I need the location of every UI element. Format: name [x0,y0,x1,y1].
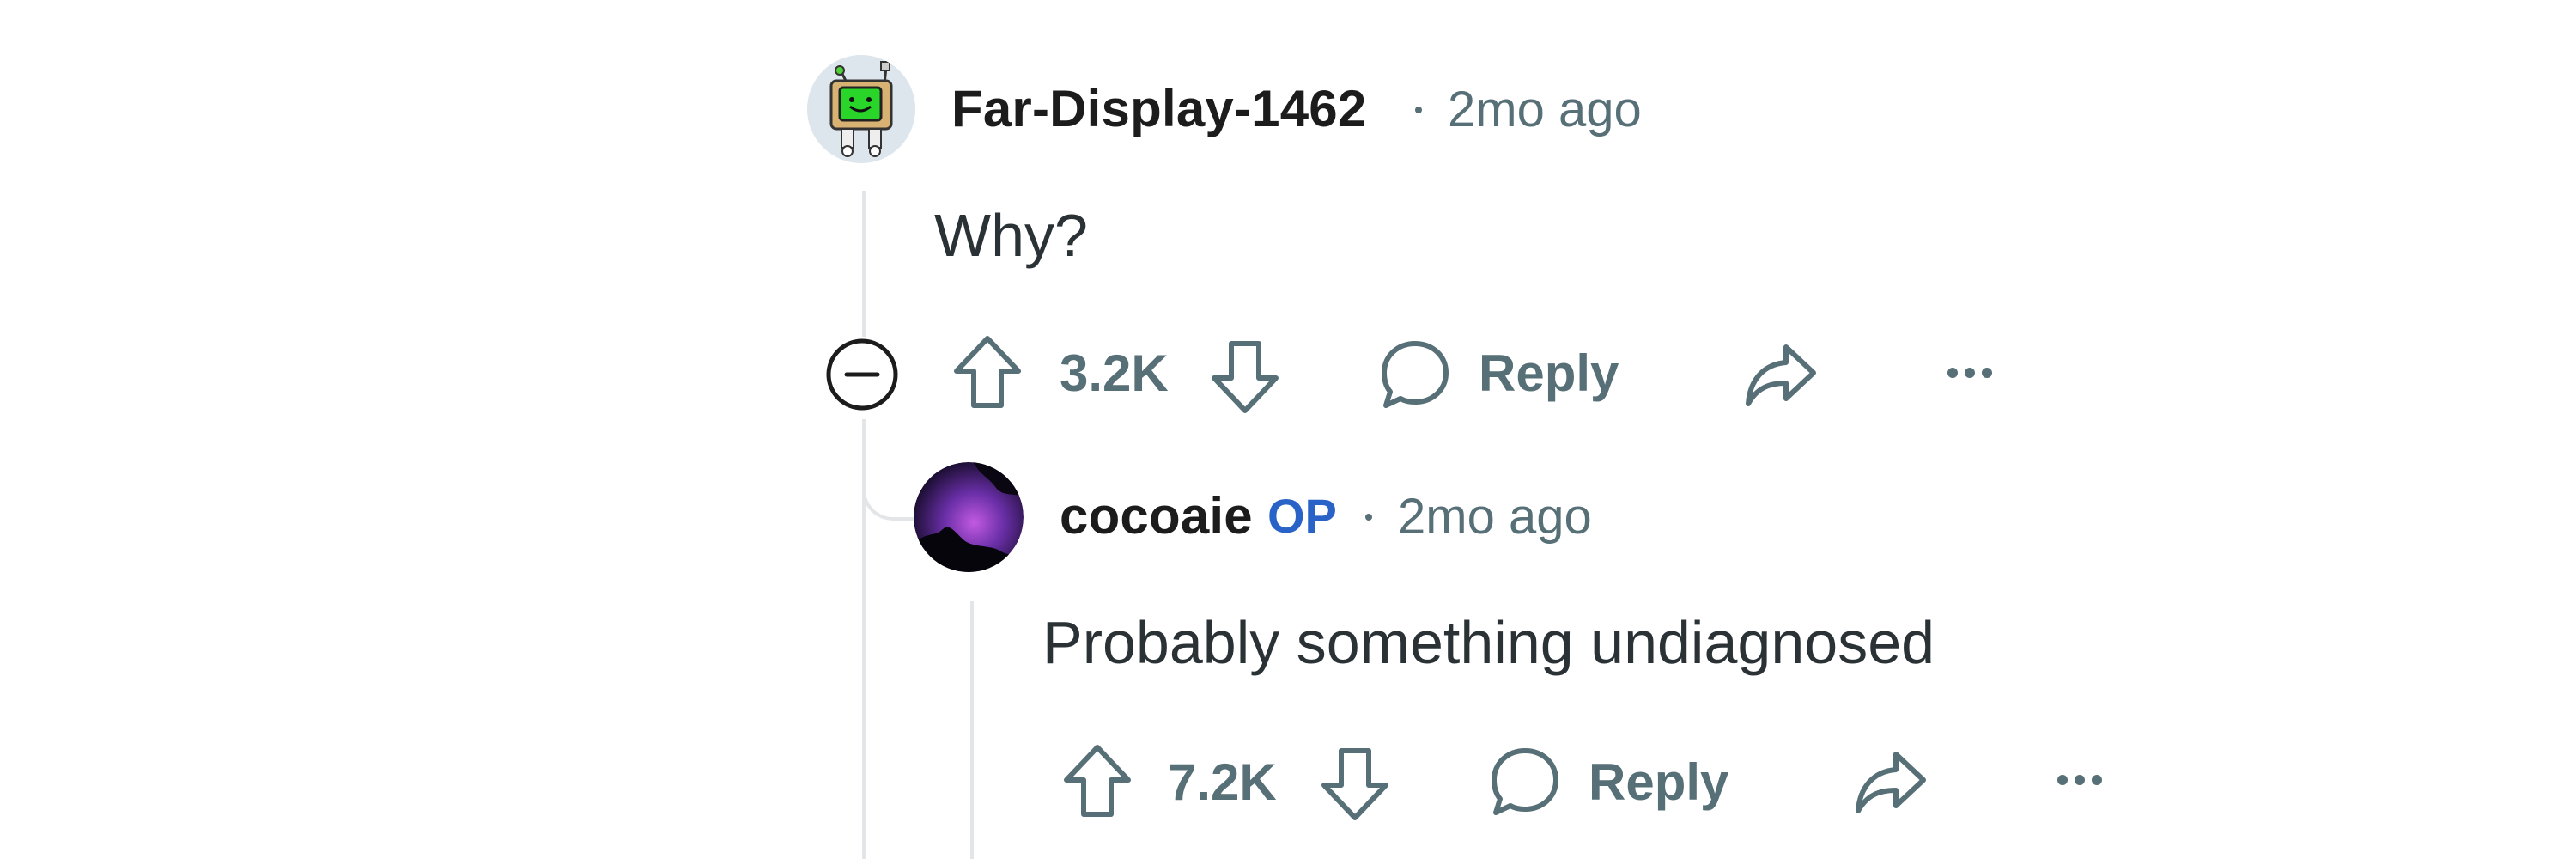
username[interactable]: cocoaie [1060,486,1253,545]
upvote-arrow-icon[interactable] [951,333,1024,411]
comment-body: Probably something undiagnosed [1042,609,1935,676]
speech-bubble-icon[interactable] [1489,746,1561,818]
timestamp: 2mo ago [1398,489,1592,545]
speech-bubble-icon[interactable] [1379,338,1451,411]
aurora-avatar-icon [914,462,1024,572]
comment-body: Why? [934,202,1088,269]
reply-button[interactable]: Reply [1589,752,1728,812]
avatar[interactable] [914,462,1024,572]
downvote-arrow-icon[interactable] [1319,746,1391,823]
downvote-arrow-icon[interactable] [1209,338,1281,416]
avatar[interactable] [807,55,915,163]
timestamp: 2mo ago [1448,82,1642,137]
separator-dot [1415,107,1422,113]
username[interactable]: Far-Display-1462 [951,79,1366,138]
vote-count: 3.2K [1060,344,1169,402]
reply-button[interactable]: Reply [1479,344,1619,403]
thread-line-parent [862,191,866,337]
robot-avatar-icon [807,55,915,163]
op-badge: OP [1267,489,1337,543]
thread-line-child [970,601,974,859]
more-options-icon[interactable] [1944,361,1996,385]
collapse-minus-icon[interactable] [824,337,900,412]
separator-dot [1365,514,1372,521]
vote-count: 7.2K [1168,753,1277,811]
share-arrow-icon[interactable] [1853,747,1929,816]
share-arrow-icon[interactable] [1743,340,1819,409]
upvote-arrow-icon[interactable] [1061,742,1133,819]
more-options-icon[interactable] [2054,768,2105,792]
